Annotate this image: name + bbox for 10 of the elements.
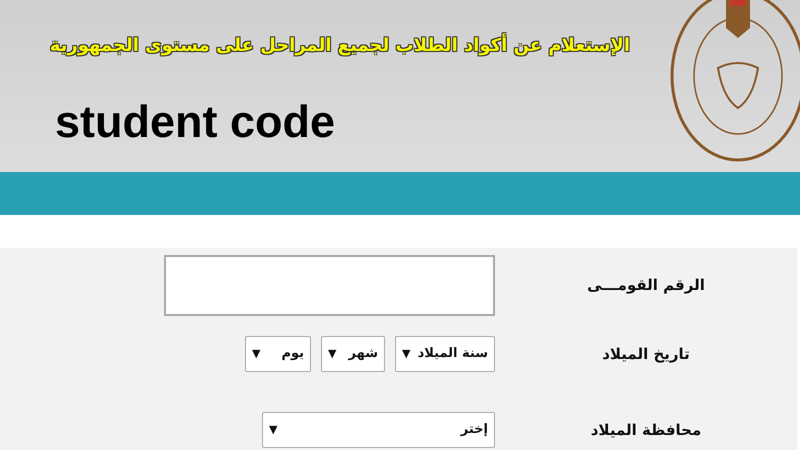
page-title: الإستعلام عن أكواد الطلاب لجميع المراحل على مستوى الجمهورية: [48, 32, 631, 58]
field-label: محافظة الميلاد: [590, 420, 702, 441]
dropdown[interactable]: إختر ▼: [262, 412, 495, 448]
site-name: student code: [55, 95, 336, 149]
field-label: تاريخ الميلاد: [601, 344, 691, 365]
field-label: الرقم القومـــى: [586, 275, 706, 296]
dropdown[interactable]: يوم ▼: [245, 336, 311, 372]
dropdown[interactable]: سنة الميلاد ▼: [395, 336, 495, 372]
input-field[interactable]: [164, 255, 495, 316]
dropdown[interactable]: شهر ▼: [321, 336, 385, 372]
